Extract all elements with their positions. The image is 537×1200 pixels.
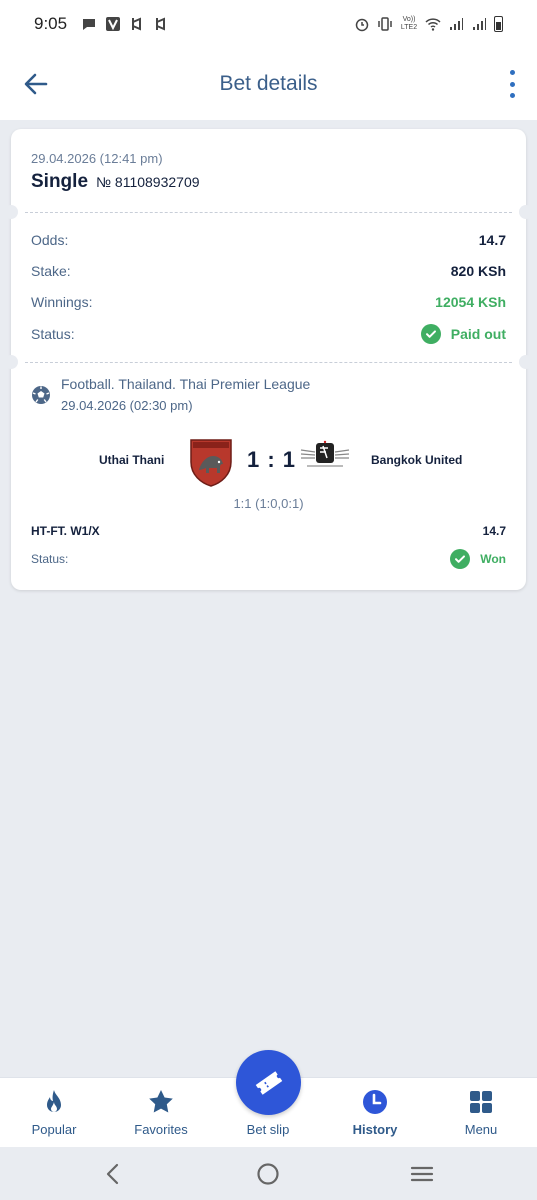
signal-icon bbox=[450, 18, 463, 30]
system-navigation-bar bbox=[0, 1147, 537, 1200]
halftime-score: 1:1 (1:0,0:1) bbox=[233, 496, 304, 511]
app-b-icon bbox=[132, 17, 142, 31]
winnings-row: Winnings: 12054 KSh bbox=[31, 291, 506, 313]
system-home-icon[interactable] bbox=[255, 1161, 281, 1187]
arrow-left-icon[interactable] bbox=[18, 66, 54, 102]
nav-favorites-label: Favorites bbox=[134, 1122, 188, 1137]
status-bar: 9:05 Vo)) LTE2 bbox=[0, 0, 537, 48]
divider bbox=[25, 362, 512, 363]
nav-menu-label: Menu bbox=[464, 1122, 498, 1137]
bet-number: № 81108932709 bbox=[96, 174, 200, 190]
pick-status-label: Status: bbox=[31, 552, 69, 566]
away-team-logo bbox=[300, 440, 350, 467]
nav-menu[interactable]: Menu bbox=[436, 1088, 526, 1137]
bet-type: Single bbox=[31, 171, 89, 192]
nav-history[interactable]: History bbox=[330, 1088, 420, 1137]
bet-slip-button[interactable] bbox=[236, 1050, 301, 1115]
status-label: Status: bbox=[31, 326, 75, 342]
status-row: Status: Paid out bbox=[31, 323, 506, 345]
pick-odds: 14.7 bbox=[482, 524, 506, 538]
page-title: Bet details bbox=[219, 72, 318, 95]
nav-betslip-label: Bet slip bbox=[246, 1122, 290, 1137]
home-team-name: Uthai Thani bbox=[99, 453, 165, 467]
ticket-notch bbox=[4, 205, 18, 219]
bet-details-card: 29.04.2026 (12:41 pm) Single № 811089327… bbox=[4, 129, 533, 590]
notification-icons bbox=[81, 16, 169, 32]
stake-label: Stake: bbox=[31, 263, 71, 279]
system-back-icon[interactable] bbox=[100, 1161, 126, 1187]
away-team-name: Bangkok United bbox=[371, 453, 463, 467]
check-circle-icon bbox=[420, 324, 441, 344]
vibrate-icon bbox=[378, 17, 392, 31]
odds-label: Odds: bbox=[31, 232, 69, 248]
flame-icon bbox=[47, 1090, 61, 1112]
ticket-notch bbox=[4, 355, 18, 369]
system-recents-icon[interactable] bbox=[409, 1161, 435, 1187]
status-badge: Paid out bbox=[420, 324, 506, 344]
home-team-logo bbox=[190, 439, 232, 487]
stake-row: Stake: 820 KSh bbox=[31, 260, 506, 282]
stake-value: 820 KSh bbox=[450, 263, 506, 279]
wifi-icon bbox=[425, 18, 441, 31]
odds-value: 14.7 bbox=[478, 232, 506, 248]
status-time: 9:05 bbox=[34, 14, 68, 33]
star-icon bbox=[149, 1090, 173, 1113]
ticket-notch bbox=[519, 355, 533, 369]
app-bar: Bet details bbox=[0, 48, 537, 120]
alarm-icon bbox=[355, 18, 369, 32]
pick-status-value: Won bbox=[480, 552, 506, 566]
winnings-label: Winnings: bbox=[31, 294, 93, 310]
ticket-icon bbox=[255, 1070, 282, 1095]
bet-date: 29.04.2026 (12:41 pm) bbox=[31, 151, 163, 166]
bet-pick: HT-FT. W1/X bbox=[31, 524, 100, 538]
league-name: Football. Thailand. Thai Premier League bbox=[61, 376, 311, 392]
nav-favorites[interactable]: Favorites bbox=[116, 1088, 206, 1137]
nav-history-label: History bbox=[352, 1122, 398, 1137]
status-value: Paid out bbox=[450, 326, 506, 342]
clock-icon bbox=[363, 1090, 387, 1114]
match-score: 1 : 1 bbox=[247, 447, 297, 472]
system-icons: Vo)) LTE2 bbox=[354, 16, 503, 32]
volte-label: Vo)) LTE2 bbox=[400, 16, 418, 31]
chat-bubble-icon bbox=[83, 19, 96, 30]
check-circle-icon bbox=[450, 549, 471, 569]
signal-2-icon bbox=[473, 18, 486, 30]
odds-row: Odds: 14.7 bbox=[31, 229, 506, 251]
grid-icon bbox=[470, 1091, 492, 1113]
app-v-icon bbox=[106, 17, 121, 31]
winnings-value: 12054 KSh bbox=[435, 294, 506, 310]
match-date: 29.04.2026 (02:30 pm) bbox=[61, 398, 193, 413]
more-vertical-icon[interactable] bbox=[505, 70, 519, 98]
app-b2-icon bbox=[156, 17, 166, 31]
divider bbox=[25, 212, 512, 213]
battery-icon bbox=[494, 16, 503, 32]
nav-popular[interactable]: Popular bbox=[9, 1088, 99, 1137]
pick-status-badge: Won bbox=[450, 549, 506, 569]
nav-popular-label: Popular bbox=[31, 1122, 77, 1137]
football-icon bbox=[32, 386, 50, 404]
ticket-notch bbox=[519, 205, 533, 219]
